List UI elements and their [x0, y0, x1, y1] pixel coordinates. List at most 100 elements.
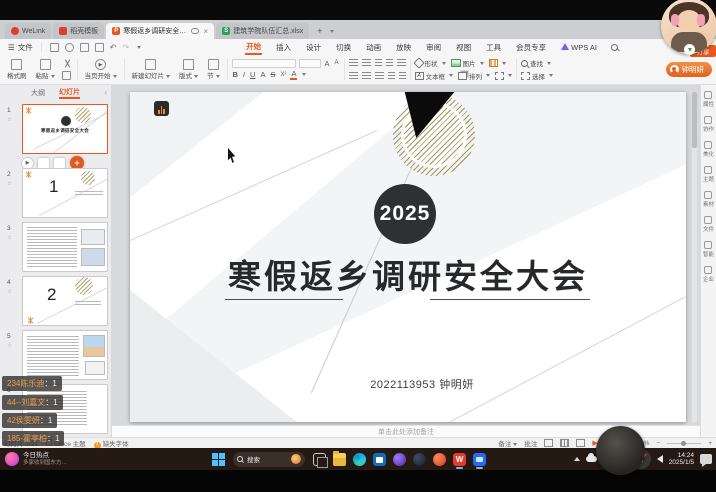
- slide-thumbnail-1[interactable]: 寒假返乡调研安全大会: [22, 104, 108, 154]
- format-painter-button[interactable]: 格式刷: [4, 57, 30, 82]
- find-button[interactable]: 查找: [521, 58, 551, 68]
- align-center-icon[interactable]: [362, 72, 371, 80]
- layout-button[interactable]: 版式: [176, 57, 201, 82]
- arrange-button[interactable]: 排列: [458, 71, 490, 81]
- file-menu[interactable]: ☰ 文件: [0, 42, 41, 53]
- tab-presentation-active[interactable]: P 寒假返乡调研安全大会.pptx ×: [106, 23, 214, 39]
- slide-thumbnail-5[interactable]: [22, 330, 108, 380]
- notes-toggle[interactable]: 备注: [498, 438, 517, 448]
- tab-docer[interactable]: 稻壳模板: [53, 23, 104, 39]
- slide-thumbnail-3[interactable]: [22, 222, 108, 272]
- webcam-bubble-dark[interactable]: [596, 426, 645, 475]
- print-icon[interactable]: [80, 43, 89, 52]
- tab-transition[interactable]: 切换: [335, 41, 352, 54]
- justify-icon[interactable]: [388, 72, 395, 80]
- shapes-button[interactable]: 形状: [415, 58, 446, 68]
- decrease-indent-icon[interactable]: [375, 59, 382, 67]
- current-slide[interactable]: 2025 寒假返乡调研安全大会 2022113953 钟明妍: [130, 92, 686, 422]
- widgets-button[interactable]: 今日热点 多家收到国东方…: [0, 452, 150, 466]
- year-circle[interactable]: 2025: [374, 184, 436, 244]
- microsoft-store-button[interactable]: [373, 453, 386, 466]
- clear-format-button[interactable]: A: [259, 70, 266, 79]
- new-slide-button[interactable]: 新建幻灯片: [129, 57, 174, 82]
- file-explorer-button[interactable]: [333, 453, 346, 466]
- meeting-app-button[interactable]: [473, 453, 486, 466]
- sorter-view-icon[interactable]: [560, 439, 569, 447]
- app-orange-button[interactable]: [433, 453, 446, 466]
- sidebar-item-smart[interactable]: 智能: [703, 241, 714, 258]
- align-right-icon[interactable]: [375, 72, 384, 80]
- slides-tab[interactable]: 幻灯片: [59, 87, 80, 99]
- close-tab-icon[interactable]: ×: [204, 27, 209, 36]
- increase-indent-icon[interactable]: [386, 59, 393, 67]
- sidebar-item-assets[interactable]: 素材: [703, 191, 714, 208]
- canvas-scrollbar-thumb[interactable]: [692, 92, 697, 148]
- sidebar-item-enterprise[interactable]: 企业: [703, 266, 714, 283]
- align-left-icon[interactable]: [349, 72, 358, 80]
- app-purple-button[interactable]: [393, 453, 406, 466]
- qat-chevron-icon[interactable]: [137, 46, 141, 49]
- decrease-font-icon[interactable]: A: [334, 60, 340, 66]
- font-color-button[interactable]: A: [290, 69, 297, 80]
- bullets-icon[interactable]: [349, 59, 358, 67]
- undo-icon[interactable]: ↶: [110, 43, 117, 52]
- sidebar-item-collab[interactable]: 协作: [703, 116, 714, 133]
- tab-list-chevron-icon[interactable]: [330, 30, 334, 33]
- duplicate-slide-button[interactable]: [54, 158, 65, 169]
- bold-button[interactable]: B: [232, 70, 239, 79]
- select-button[interactable]: 选择: [521, 71, 553, 81]
- zoom-slider[interactable]: [667, 443, 701, 444]
- superscript-button[interactable]: X²: [279, 72, 287, 78]
- tab-home[interactable]: 开始: [245, 40, 262, 55]
- play-from-current-button[interactable]: ▶ 当页开始: [82, 57, 120, 82]
- picture-button[interactable]: 图片: [451, 58, 484, 68]
- start-button[interactable]: [212, 453, 225, 466]
- slide-thumbnail-4[interactable]: 2: [22, 276, 108, 326]
- sidebar-item-properties[interactable]: 属性: [703, 91, 714, 108]
- comments-toggle[interactable]: 批注: [524, 438, 537, 448]
- tab-animation[interactable]: 动画: [365, 41, 382, 54]
- wps-office-button[interactable]: W: [453, 453, 466, 466]
- task-view-button[interactable]: [313, 453, 326, 466]
- play-slide-button[interactable]: ▶: [22, 158, 33, 169]
- columns-icon[interactable]: [399, 72, 406, 80]
- author-row[interactable]: 2022113953 钟明妍: [130, 376, 686, 392]
- slide-title[interactable]: 寒假返乡调研安全大会: [130, 250, 686, 298]
- strikethrough-button[interactable]: S: [269, 70, 276, 79]
- tray-expand-icon[interactable]: [574, 457, 580, 461]
- new-slide-quick-button[interactable]: [38, 158, 49, 169]
- new-tab-button[interactable]: +: [317, 26, 322, 36]
- missing-font-warning[interactable]: !缺失字体: [94, 438, 129, 449]
- tab-member[interactable]: 会员专享: [515, 41, 547, 54]
- webcam-expand-button[interactable]: [684, 44, 695, 55]
- sidebar-item-theme[interactable]: 主题: [703, 166, 714, 183]
- notifications-icon[interactable]: [700, 454, 712, 464]
- tab-design[interactable]: 设计: [305, 41, 322, 54]
- section-button[interactable]: 节: [204, 57, 223, 82]
- speaker-icon[interactable]: [657, 455, 663, 463]
- search-icon[interactable]: [611, 44, 618, 51]
- zoom-in-button[interactable]: +: [708, 440, 712, 447]
- copy-button[interactable]: [61, 71, 73, 81]
- sidebar-item-beautify[interactable]: 美化: [703, 141, 714, 158]
- underline-button[interactable]: U: [249, 70, 256, 79]
- taskbar-search[interactable]: 搜索: [233, 452, 305, 467]
- cut-button[interactable]: [61, 58, 73, 68]
- tab-insert[interactable]: 插入: [275, 41, 292, 54]
- edge-browser-button[interactable]: [353, 453, 366, 466]
- font-size-input[interactable]: [299, 59, 321, 68]
- app-dark-button[interactable]: [413, 453, 426, 466]
- tab-slideshow[interactable]: 放映: [395, 41, 412, 54]
- font-name-input[interactable]: [232, 59, 296, 68]
- redo-icon[interactable]: ↷: [122, 43, 129, 52]
- zoom-out-button[interactable]: −: [656, 440, 660, 447]
- numbering-icon[interactable]: [362, 59, 371, 67]
- line-spacing-icon[interactable]: [397, 59, 406, 67]
- tab-tools[interactable]: 工具: [485, 41, 502, 54]
- slide-thumbnail-2[interactable]: 1: [22, 168, 108, 218]
- preview-icon[interactable]: [95, 43, 104, 52]
- tab-wps-ai[interactable]: WPS AI: [560, 42, 598, 53]
- outline-tab[interactable]: 大纲: [31, 88, 45, 98]
- font-color-chevron-icon[interactable]: [302, 73, 306, 76]
- textbox-button[interactable]: A文本框: [415, 71, 454, 81]
